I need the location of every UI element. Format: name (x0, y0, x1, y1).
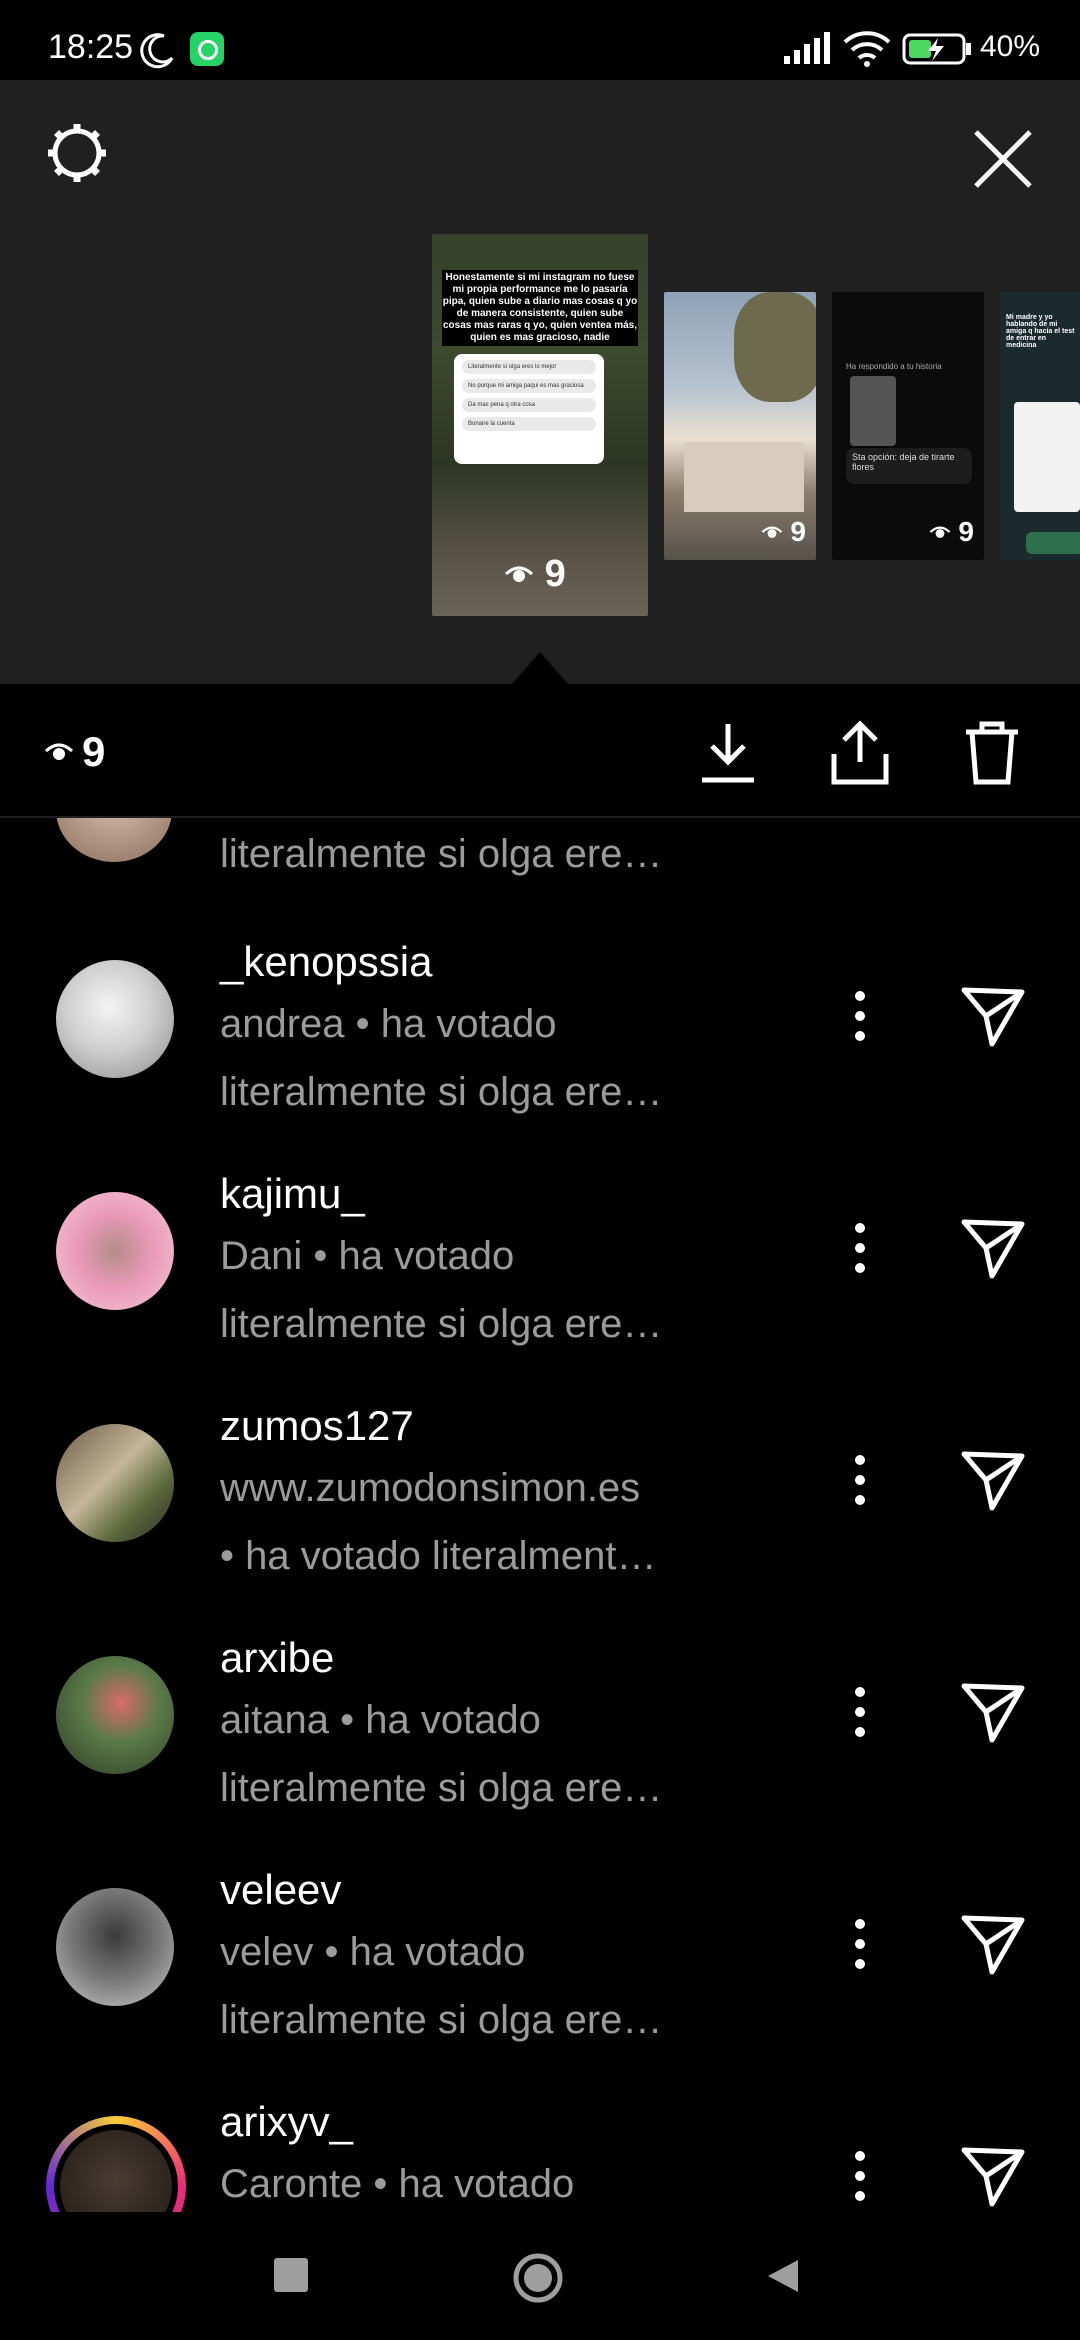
avatar[interactable] (56, 1888, 174, 2006)
list-item[interactable]: kajimu_ Dani • ha votado literalmente si… (0, 1150, 1080, 1382)
send-message-icon[interactable] (958, 1676, 1028, 1746)
viewer-subtitle: andrea • ha votado (220, 1002, 557, 1046)
viewer-username[interactable]: _kenopssia (220, 938, 432, 986)
send-message-icon[interactable] (958, 1908, 1028, 1978)
avatar[interactable] (56, 818, 172, 862)
story-views-number: 9 (544, 553, 566, 595)
viewer-username[interactable]: kajimu_ (220, 1170, 365, 1218)
battery-charging-icon (902, 33, 971, 65)
story-views-number: 9 (958, 516, 974, 547)
back-icon[interactable] (764, 2256, 802, 2296)
viewer-subtitle: Dani • ha votado (220, 1234, 515, 1278)
list-item[interactable]: _kenopssia andrea • ha votado literalmen… (0, 918, 1080, 1150)
settings-gear-icon[interactable] (44, 120, 110, 186)
story-reply-header: Ha respondido a tu historia (846, 362, 942, 371)
chat-screenshot (1014, 402, 1080, 512)
views-number: 9 (82, 728, 106, 775)
story-thumbnail[interactable]: 9 (664, 292, 816, 560)
more-options-icon[interactable] (838, 984, 882, 1048)
selected-story-pointer (512, 652, 568, 684)
close-icon[interactable] (968, 124, 1038, 194)
signal-icon (784, 32, 830, 64)
home-icon[interactable] (512, 2252, 564, 2304)
wifi-icon (843, 31, 891, 67)
poll-option: Da mas pena q otra cosa (462, 398, 596, 412)
viewer-username[interactable]: arxibe (220, 1634, 334, 1682)
list-item[interactable]: zumos127 www.zumodonsimon.es • ha votado… (0, 1382, 1080, 1614)
poll-option: No porque mi amiga paqui es mas graciosa (462, 379, 596, 393)
views-count: 9 (44, 728, 105, 776)
tree-image (734, 292, 816, 402)
send-message-icon[interactable] (958, 980, 1028, 1050)
do-not-disturb-icon (140, 33, 174, 69)
story-view-count: 9 (761, 516, 806, 548)
viewer-subtitle: literalmente si olga ere… (220, 832, 663, 876)
eye-icon (761, 526, 782, 538)
story-poll: Literalmente si olga eres lo mejor No po… (454, 354, 604, 464)
viewer-subtitle: aitana • ha votado (220, 1698, 541, 1742)
more-options-icon[interactable] (838, 1680, 882, 1744)
building-image (684, 442, 804, 512)
story-thumbnail[interactable]: Ha respondido a tu historia Sta opción: … (832, 292, 984, 560)
status-time: 18:25 (48, 28, 134, 66)
eye-icon (504, 566, 534, 582)
story-thumbnail-selected[interactable]: Honestamente si mi instagram no fuese mi… (432, 234, 648, 616)
more-options-icon[interactable] (838, 2144, 882, 2208)
viewer-subtitle: • ha votado literalment… (220, 1534, 657, 1578)
send-message-icon[interactable] (958, 1212, 1028, 1282)
viewer-subtitle: literalmente si olga ere… (220, 1766, 663, 1810)
eye-icon (929, 526, 950, 538)
viewer-username[interactable]: arixyv_ (220, 2098, 353, 2146)
whatsapp-icon (190, 32, 224, 66)
reply-bubble: Sta opción: deja de tirarte flores (846, 448, 972, 484)
chat-bubble (1026, 532, 1080, 554)
viewer-username[interactable]: zumos127 (220, 1402, 414, 1450)
viewers-list[interactable]: literalmente si olga ere… _kenopssia and… (0, 818, 1080, 2212)
recent-apps-icon[interactable] (274, 2258, 308, 2292)
story-thumbnail[interactable]: Mi madre y yo hablando de mi amiga q hac… (1000, 292, 1080, 560)
story-views-number: 9 (790, 516, 806, 547)
eye-icon (44, 743, 74, 760)
story-view-count: 9 (504, 553, 566, 596)
avatar[interactable] (56, 960, 174, 1078)
story-caption: Honestamente si mi instagram no fuese mi… (442, 270, 638, 346)
avatar[interactable] (56, 1656, 174, 1774)
status-bar: 18:25 40% (0, 0, 1080, 80)
send-message-icon[interactable] (958, 2140, 1028, 2210)
viewer-username[interactable]: veleev (220, 1866, 341, 1914)
story-action-bar: 9 (0, 684, 1080, 818)
download-icon[interactable] (696, 718, 760, 788)
more-options-icon[interactable] (838, 1912, 882, 1976)
reply-image (850, 376, 896, 446)
list-item[interactable]: arixyv_ Caronte • ha votado (0, 2078, 1080, 2212)
viewer-subtitle: literalmente si olga ere… (220, 1070, 663, 1114)
viewer-subtitle: literalmente si olga ere… (220, 1302, 663, 1346)
list-item[interactable]: veleev velev • ha votado literalmente si… (0, 1846, 1080, 2078)
list-item[interactable]: arxibe aitana • ha votado literalmente s… (0, 1614, 1080, 1846)
more-options-icon[interactable] (838, 1448, 882, 1512)
avatar[interactable] (56, 1192, 174, 1310)
share-icon[interactable] (828, 718, 892, 788)
battery-percent: 40% (980, 30, 1041, 63)
poll-option: Bonaire la cuenta (462, 417, 596, 431)
avatar[interactable] (56, 1424, 174, 1542)
viewer-subtitle: literalmente si olga ere… (220, 1998, 663, 2042)
viewer-subtitle: www.zumodonsimon.es (220, 1466, 641, 1510)
viewer-subtitle: velev • ha votado (220, 1930, 526, 1974)
story-view-count: 9 (929, 516, 974, 548)
viewer-subtitle: Caronte • ha votado (220, 2162, 575, 2206)
poll-option: Literalmente si olga eres lo mejor (462, 360, 596, 374)
story-caption: Mi madre y yo hablando de mi amiga q hac… (1006, 314, 1075, 349)
trash-icon[interactable] (960, 718, 1024, 788)
more-options-icon[interactable] (838, 1216, 882, 1280)
system-navigation-bar (0, 2212, 1080, 2340)
send-message-icon[interactable] (958, 1444, 1028, 1514)
